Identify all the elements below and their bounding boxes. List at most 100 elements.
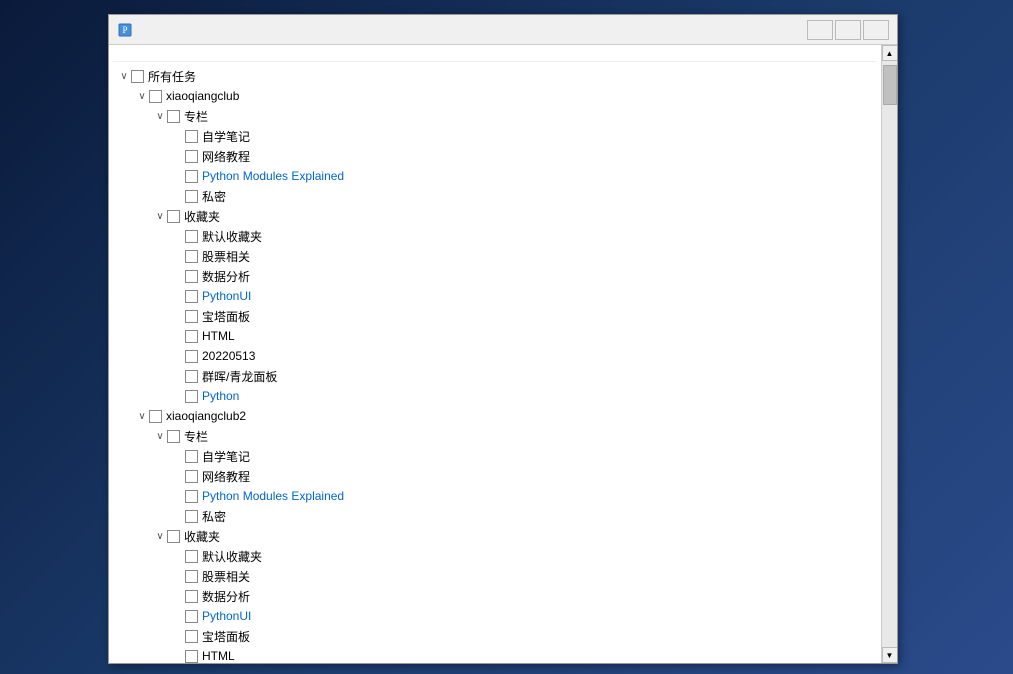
item-checkbox[interactable] (185, 310, 198, 323)
item-label: Python (202, 389, 239, 403)
item-checkbox[interactable] (185, 290, 198, 303)
item-checkbox[interactable] (149, 90, 162, 103)
tree-row[interactable]: 网络教程 (113, 466, 877, 486)
tree-row[interactable]: Python Modules Explained (113, 166, 877, 186)
item-label: 网络教程 (202, 468, 250, 485)
tree-row[interactable]: 私密 (113, 506, 877, 526)
tree-row[interactable]: ∨收藏夹 (113, 526, 877, 546)
tree-row[interactable]: 股票相关 (113, 246, 877, 266)
item-checkbox[interactable] (149, 410, 162, 423)
item-checkbox[interactable] (185, 390, 198, 403)
svg-text:P: P (122, 25, 127, 35)
tree-row[interactable]: PythonUI (113, 606, 877, 626)
tree-row[interactable]: 股票相关 (113, 566, 877, 586)
tree-row[interactable]: 默认收藏夹 (113, 226, 877, 246)
panel-header (113, 51, 877, 62)
item-checkbox[interactable] (185, 650, 198, 663)
maximize-button[interactable] (835, 20, 861, 40)
tree-row[interactable]: Python Modules Explained (113, 486, 877, 506)
item-checkbox[interactable] (185, 490, 198, 503)
tree-row[interactable]: HTML (113, 326, 877, 346)
item-label: 专栏 (184, 428, 208, 445)
tree-row[interactable]: ∨专栏 (113, 426, 877, 446)
item-checkbox[interactable] (185, 470, 198, 483)
expand-arrow-icon: ∨ (117, 71, 131, 82)
item-checkbox[interactable] (185, 170, 198, 183)
scroll-down-button[interactable]: ▼ (882, 647, 898, 663)
tree-row[interactable]: Python (113, 386, 877, 406)
tree-panel[interactable]: ∨所有任务∨xiaoqiangclub∨专栏自学笔记网络教程Python Mod… (109, 45, 881, 663)
item-label: 专栏 (184, 108, 208, 125)
item-checkbox[interactable] (185, 130, 198, 143)
item-label: Python Modules Explained (202, 489, 344, 503)
item-checkbox[interactable] (185, 550, 198, 563)
item-label: 自学笔记 (202, 448, 250, 465)
main-window: P ∨所有任务∨xiaoqiangclub∨专栏自学笔记网络教程Python M… (108, 14, 898, 664)
item-label: PythonUI (202, 609, 251, 623)
tree-row[interactable]: ∨ xiaoqiangclub2 (113, 406, 877, 426)
item-checkbox[interactable] (185, 610, 198, 623)
item-checkbox[interactable] (131, 70, 144, 83)
item-label: 默认收藏夹 (202, 548, 262, 565)
tree-row[interactable]: 宝塔面板 (113, 626, 877, 646)
item-label: 收藏夹 (184, 208, 220, 225)
tree-row[interactable]: 数据分析 (113, 266, 877, 286)
tree-row[interactable]: 数据分析 (113, 586, 877, 606)
tree-row[interactable]: 私密 (113, 186, 877, 206)
tree-row[interactable]: 群晖/青龙面板 (113, 366, 877, 386)
item-checkbox[interactable] (185, 510, 198, 523)
item-checkbox[interactable] (185, 270, 198, 283)
item-label: 所有任务 (148, 68, 196, 85)
scroll-up-button[interactable]: ▲ (882, 45, 898, 61)
item-checkbox[interactable] (185, 250, 198, 263)
item-label: 股票相关 (202, 248, 250, 265)
expand-arrow-icon: ∨ (135, 91, 149, 102)
window-controls (807, 20, 889, 40)
tree-row[interactable]: 宝塔面板 (113, 306, 877, 326)
expand-arrow-icon: ∨ (153, 211, 167, 222)
item-checkbox[interactable] (185, 590, 198, 603)
window-icon: P (117, 22, 133, 38)
tree-row[interactable]: HTML (113, 646, 877, 663)
item-checkbox[interactable] (185, 150, 198, 163)
item-label: 默认收藏夹 (202, 228, 262, 245)
expand-arrow-icon: ∨ (153, 111, 167, 122)
content-area: ∨所有任务∨xiaoqiangclub∨专栏自学笔记网络教程Python Mod… (109, 45, 897, 663)
item-checkbox[interactable] (167, 210, 180, 223)
item-checkbox[interactable] (185, 230, 198, 243)
item-label: xiaoqiangclub (166, 89, 239, 103)
tree-row[interactable]: 网络教程 (113, 146, 877, 166)
item-checkbox[interactable] (185, 450, 198, 463)
item-label: 收藏夹 (184, 528, 220, 545)
item-label: HTML (202, 329, 235, 343)
scrollbar-track-area[interactable] (882, 61, 897, 647)
item-label: 私密 (202, 508, 226, 525)
minimize-button[interactable] (807, 20, 833, 40)
item-label: 群晖/青龙面板 (202, 368, 277, 385)
item-checkbox[interactable] (167, 110, 180, 123)
scrollbar-thumb[interactable] (883, 65, 897, 105)
item-checkbox[interactable] (185, 370, 198, 383)
tree-row[interactable]: PythonUI (113, 286, 877, 306)
tree-row[interactable]: 默认收藏夹 (113, 546, 877, 566)
item-checkbox[interactable] (185, 630, 198, 643)
tree-row[interactable]: ∨ 专栏 (113, 106, 877, 126)
item-checkbox[interactable] (185, 350, 198, 363)
item-checkbox[interactable] (185, 190, 198, 203)
tree-row[interactable]: ∨ 所有任务 (113, 66, 877, 86)
scrollbar[interactable]: ▲ ▼ (881, 45, 897, 663)
item-checkbox[interactable] (167, 530, 180, 543)
tree-row[interactable]: 20220513 (113, 346, 877, 366)
item-label: 宝塔面板 (202, 628, 250, 645)
tree-row[interactable]: 自学笔记 (113, 446, 877, 466)
expand-arrow-icon: ∨ (135, 411, 149, 422)
item-label: xiaoqiangclub2 (166, 409, 246, 423)
tree-row[interactable]: 自学笔记 (113, 126, 877, 146)
close-button[interactable] (863, 20, 889, 40)
item-checkbox[interactable] (185, 330, 198, 343)
item-checkbox[interactable] (167, 430, 180, 443)
item-checkbox[interactable] (185, 570, 198, 583)
tree-row[interactable]: ∨ xiaoqiangclub (113, 86, 877, 106)
task-tree: ∨所有任务∨xiaoqiangclub∨专栏自学笔记网络教程Python Mod… (113, 66, 877, 663)
tree-row[interactable]: ∨ 收藏夹 (113, 206, 877, 226)
